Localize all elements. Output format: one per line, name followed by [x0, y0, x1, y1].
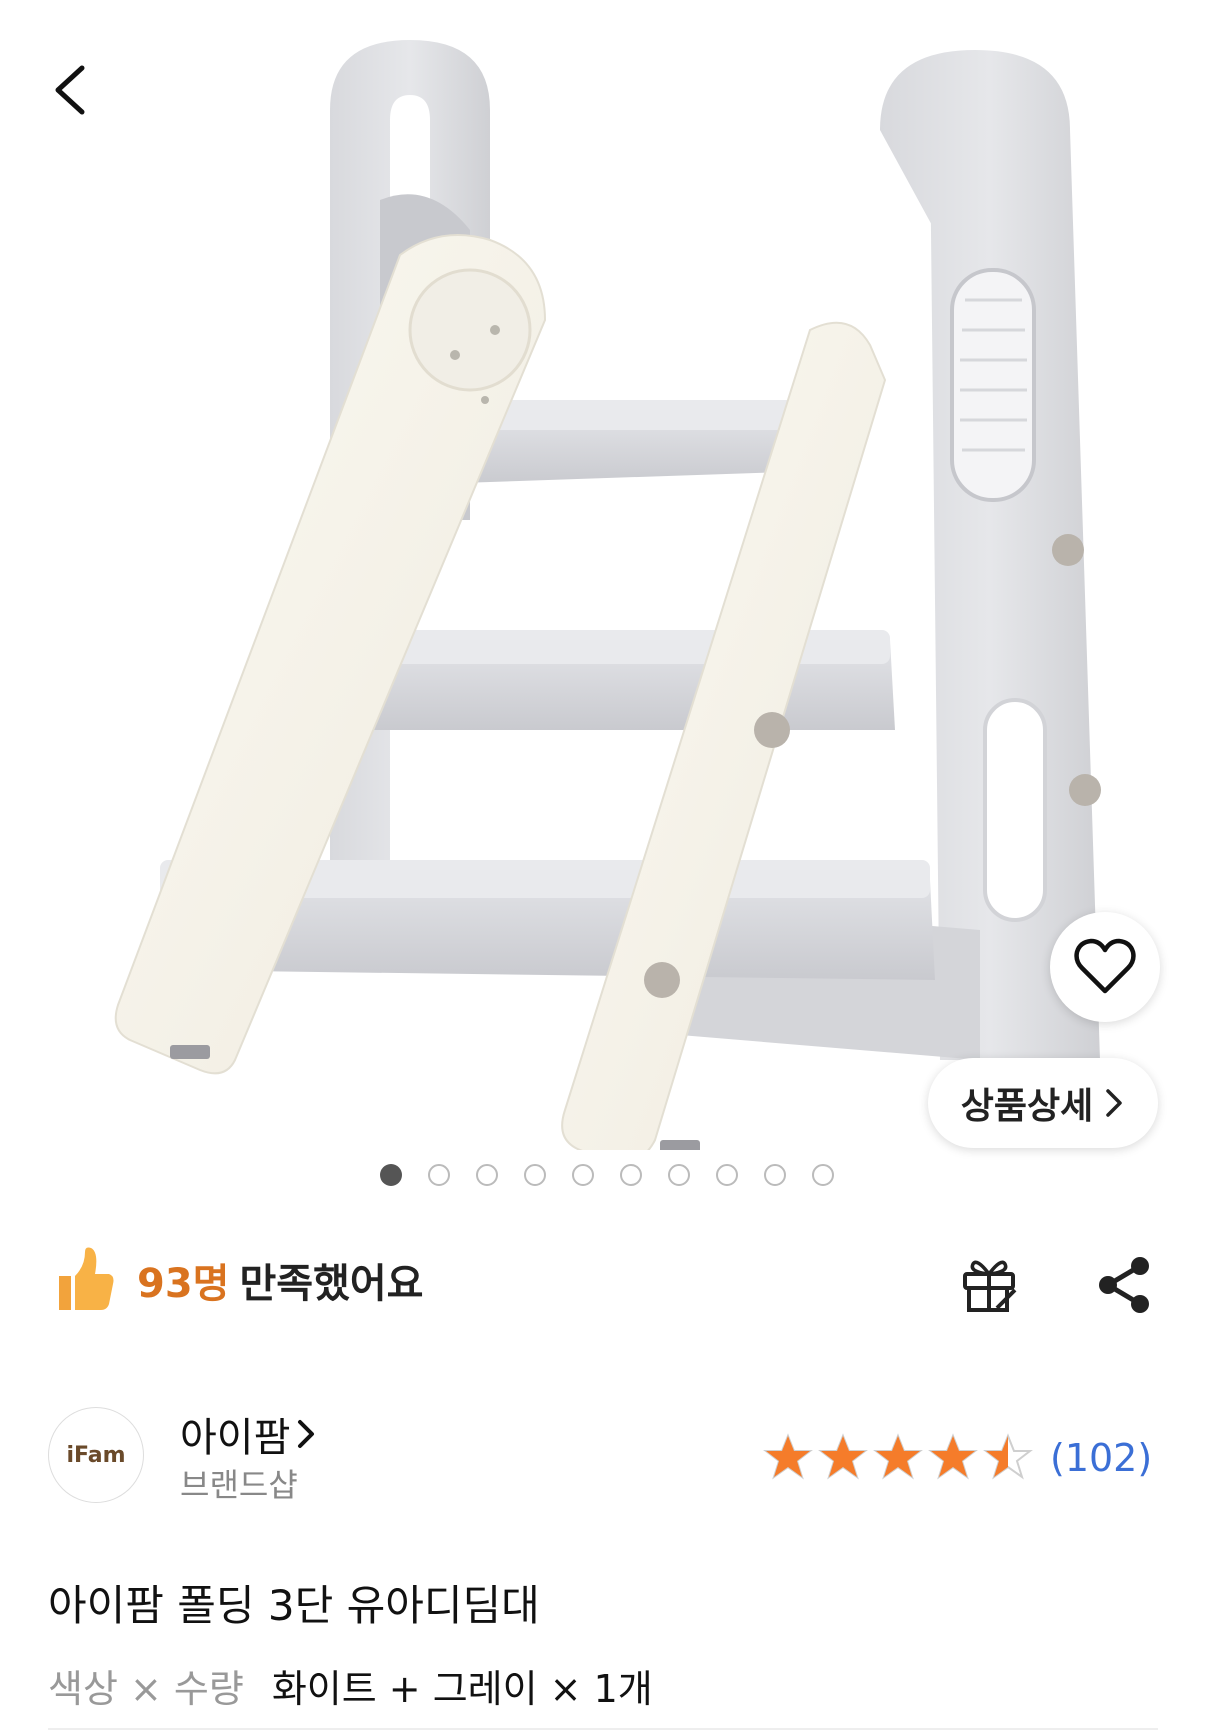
brand-logo[interactable]: iFam — [48, 1407, 144, 1503]
gift-button[interactable] — [955, 1250, 1025, 1320]
rating-summary[interactable]: (102) — [763, 1430, 1152, 1486]
carousel-dot[interactable] — [476, 1164, 498, 1186]
heart-outline-icon — [1074, 938, 1136, 994]
share-icon — [1099, 1257, 1149, 1313]
product-detail-button[interactable]: 상품상세 — [928, 1058, 1158, 1148]
star-icon — [763, 1433, 813, 1480]
option-label: 색상 × 수량 — [48, 1667, 244, 1711]
product-image — [114, 40, 1101, 1150]
option-value: 화이트 + 그레이 × 1개 — [271, 1667, 653, 1711]
product-image-carousel[interactable]: 상품상세 — [0, 0, 1206, 1210]
brand-subtitle: 브랜드샵 — [180, 1466, 298, 1504]
share-button[interactable] — [1090, 1250, 1160, 1320]
chevron-right-icon — [298, 1420, 315, 1448]
star-icon — [818, 1433, 868, 1480]
wishlist-button[interactable] — [1050, 912, 1160, 1022]
carousel-dot[interactable] — [668, 1164, 690, 1186]
review-count: (102) — [1050, 1436, 1153, 1480]
brand-name: 아이팜 — [180, 1415, 291, 1461]
chevron-left-icon — [55, 65, 85, 115]
carousel-dot[interactable] — [812, 1164, 834, 1186]
star-icon — [928, 1433, 978, 1480]
carousel-dot[interactable] — [764, 1164, 786, 1186]
brand-logo-text: iFam — [66, 1442, 126, 1468]
star-rating — [763, 1433, 1038, 1483]
satisfaction-count: 93명 — [137, 1261, 230, 1307]
selected-option: 색상 × 수량 화이트 + 그레이 × 1개 — [48, 1658, 653, 1713]
carousel-dot[interactable] — [620, 1164, 642, 1186]
satisfaction-text: 만족했어요 — [239, 1261, 424, 1307]
carousel-dot[interactable] — [428, 1164, 450, 1186]
gift-icon — [963, 1260, 1017, 1312]
back-button[interactable] — [40, 50, 110, 130]
star-icon — [873, 1433, 923, 1480]
divider — [48, 1728, 1158, 1730]
carousel-dot[interactable] — [524, 1164, 546, 1186]
thumbs-up-icon — [59, 1247, 114, 1310]
satisfaction-summary: 93명 만족했어요 — [55, 1235, 423, 1325]
carousel-dot[interactable] — [572, 1164, 594, 1186]
carousel-dot[interactable] — [716, 1164, 738, 1186]
chevron-right-icon — [1106, 1089, 1122, 1117]
carousel-indicator — [0, 1160, 1206, 1190]
star-icon — [983, 1433, 1033, 1480]
product-detail-label: 상품상세 — [960, 1086, 1094, 1127]
brand-name-link[interactable]: 아이팜 — [180, 1405, 316, 1463]
product-title: 아이팜 폴딩 3단 유아디딤대 — [48, 1581, 540, 1630]
carousel-dot[interactable] — [380, 1164, 402, 1186]
